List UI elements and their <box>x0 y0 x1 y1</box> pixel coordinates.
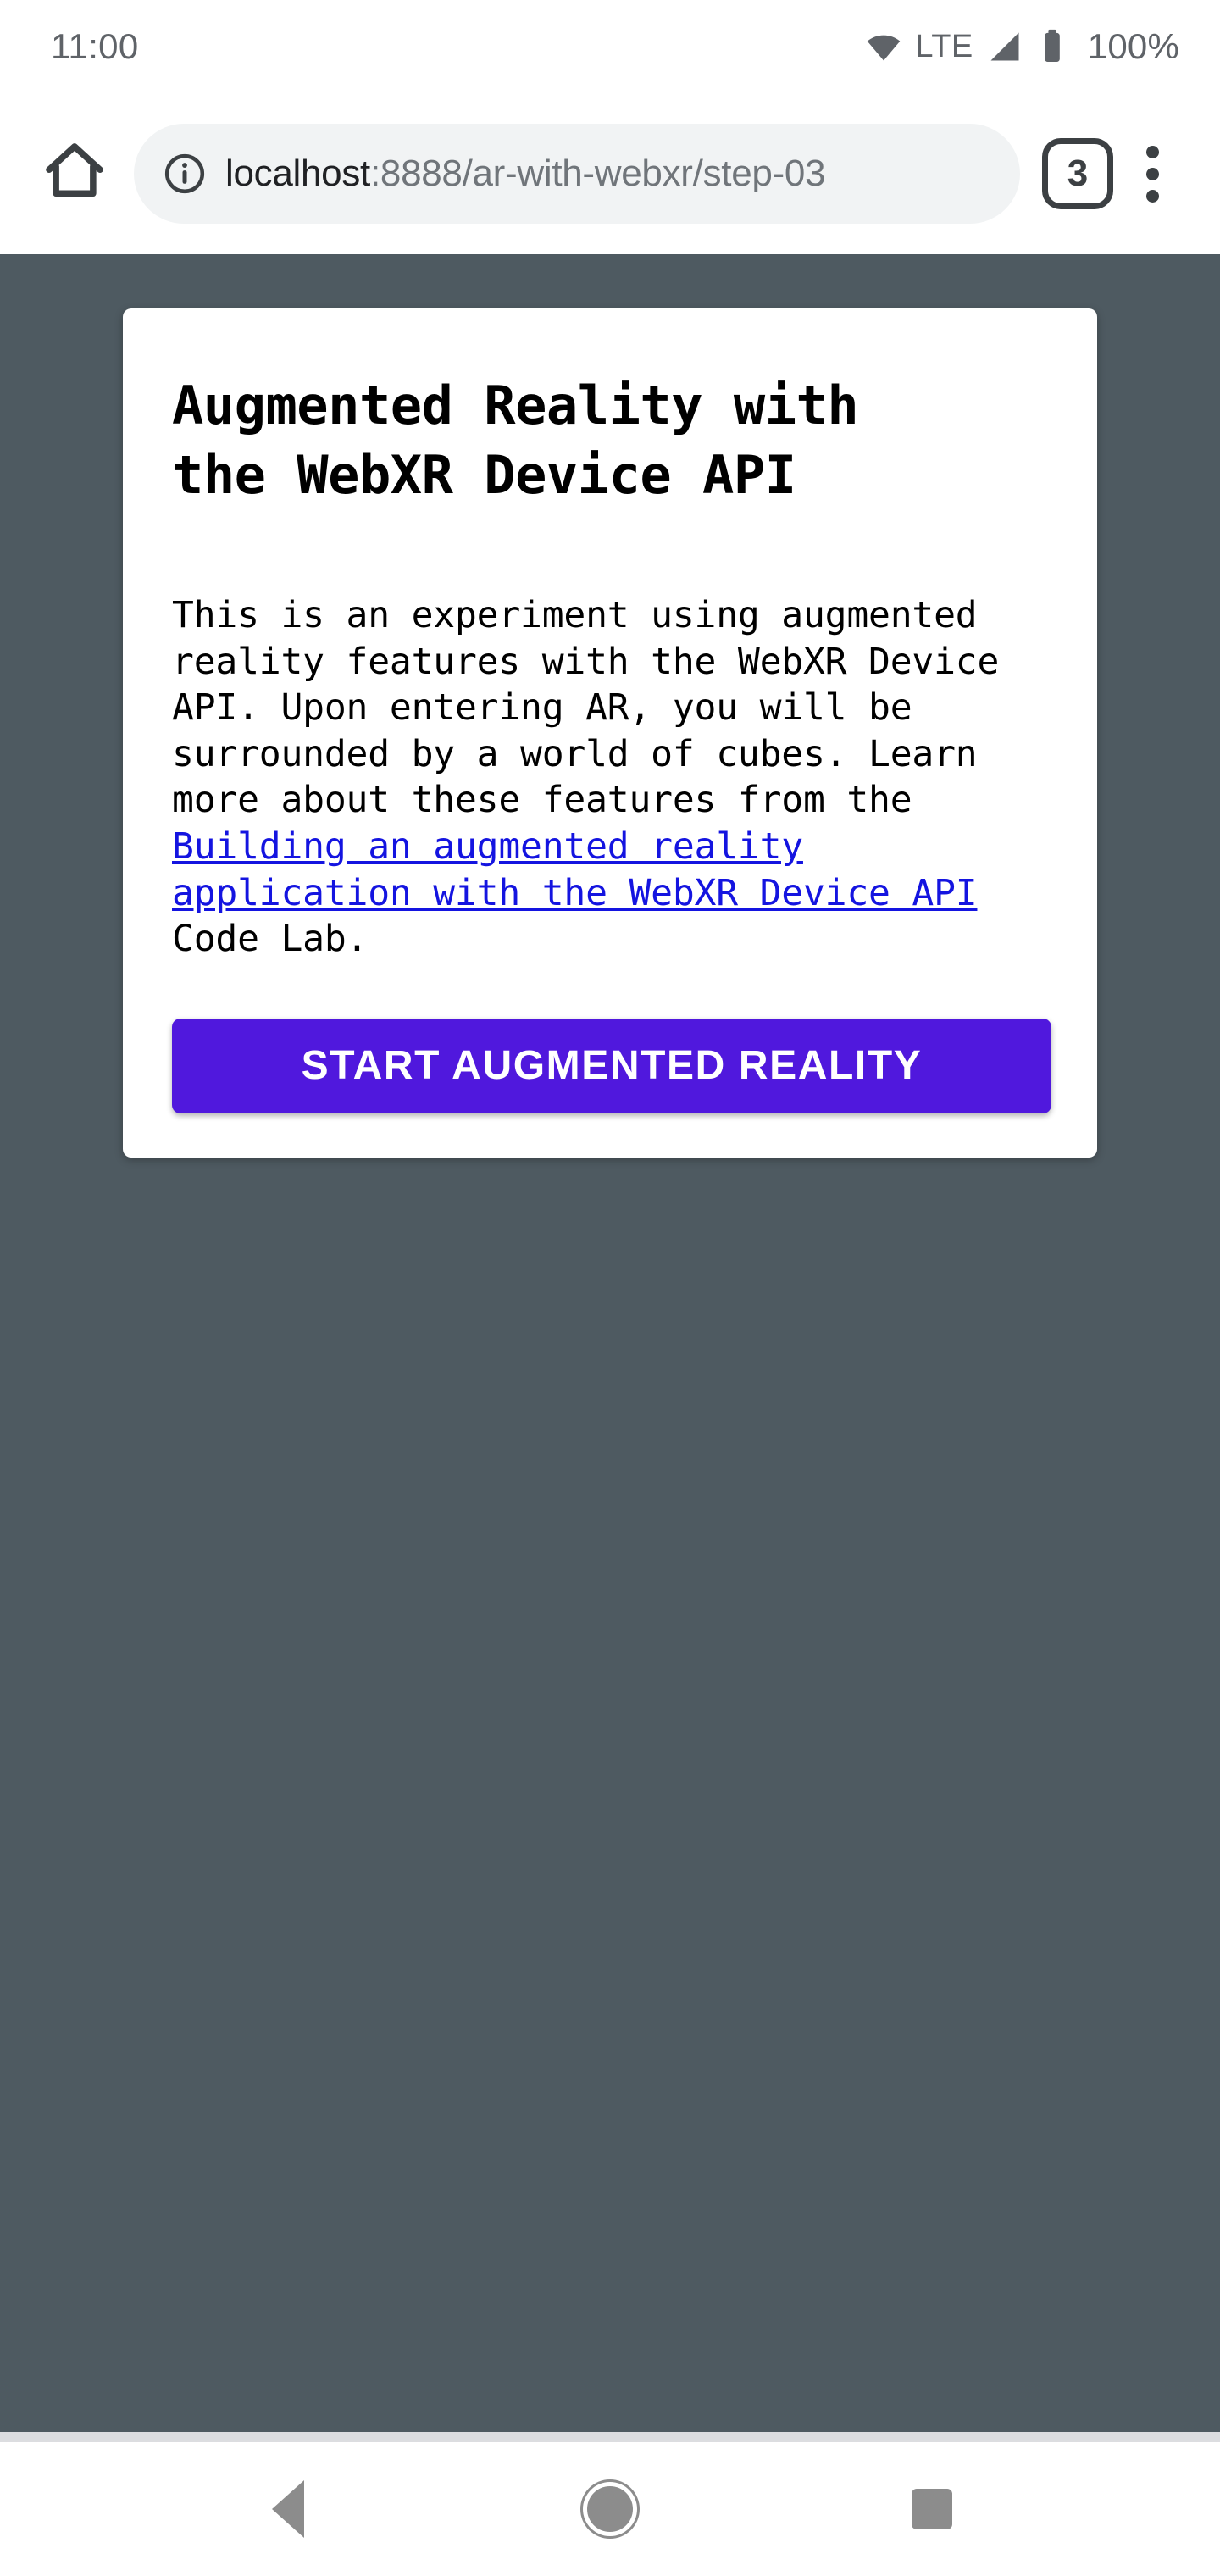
home-icon <box>40 137 109 211</box>
overflow-menu-icon-dot2 <box>1145 167 1159 180</box>
description-text-after-link: Code Lab. <box>172 918 369 961</box>
system-navigation-bar <box>0 2442 1220 2576</box>
browser-toolbar: localhost:8888/ar-with-webxr/step-03 3 <box>0 93 1220 254</box>
nav-home-button[interactable] <box>555 2454 665 2564</box>
device-screen: 11:00 LTE 100% localhost:8888/ar-with-we… <box>0 0 1220 2576</box>
home-circle-icon <box>587 2486 633 2532</box>
overflow-menu-icon-dot3 <box>1145 189 1159 203</box>
wifi-icon <box>865 28 902 65</box>
battery-percent-label: 100% <box>1087 26 1179 66</box>
info-icon[interactable] <box>163 152 207 196</box>
content-card: Augmented Reality with the WebXR Device … <box>123 308 1097 1158</box>
signal-icon <box>986 28 1023 65</box>
start-augmented-reality-button[interactable]: START AUGMENTED REALITY <box>172 1018 1051 1113</box>
nav-recents-button[interactable] <box>877 2454 987 2564</box>
status-clock: 11:00 <box>51 26 139 66</box>
url-host: localhost <box>225 155 370 192</box>
tab-switcher-button[interactable]: 3 <box>1042 138 1113 209</box>
nav-bar-divider <box>0 2432 1220 2442</box>
tab-count-label: 3 <box>1067 153 1089 194</box>
page-title: Augmented Reality with the WebXR Device … <box>172 375 859 507</box>
recents-square-icon <box>912 2489 952 2529</box>
address-bar[interactable]: localhost:8888/ar-with-webxr/step-03 <box>134 124 1020 224</box>
status-bar-indicators: LTE 100% <box>865 26 1179 67</box>
overflow-menu-button[interactable] <box>1113 133 1191 214</box>
url-text: localhost:8888/ar-with-webxr/step-03 <box>225 155 825 192</box>
network-type-label: LTE <box>915 28 973 64</box>
description-text-before-link: This is an experiment using augmented re… <box>172 593 1000 822</box>
status-bar: 11:00 LTE 100% <box>0 0 1220 93</box>
page-viewport: Augmented Reality with the WebXR Device … <box>0 254 1220 2432</box>
page-description: This is an experiment using augmented re… <box>172 592 1048 963</box>
home-button[interactable] <box>34 133 115 214</box>
overflow-menu-icon <box>1145 145 1159 158</box>
codelab-link[interactable]: Building an augmented reality applicatio… <box>172 825 978 914</box>
url-path: :8888/ar-with-webxr/step-03 <box>369 155 826 192</box>
back-triangle-icon <box>272 2480 304 2538</box>
nav-back-button[interactable] <box>233 2454 343 2564</box>
battery-icon <box>1036 28 1068 65</box>
